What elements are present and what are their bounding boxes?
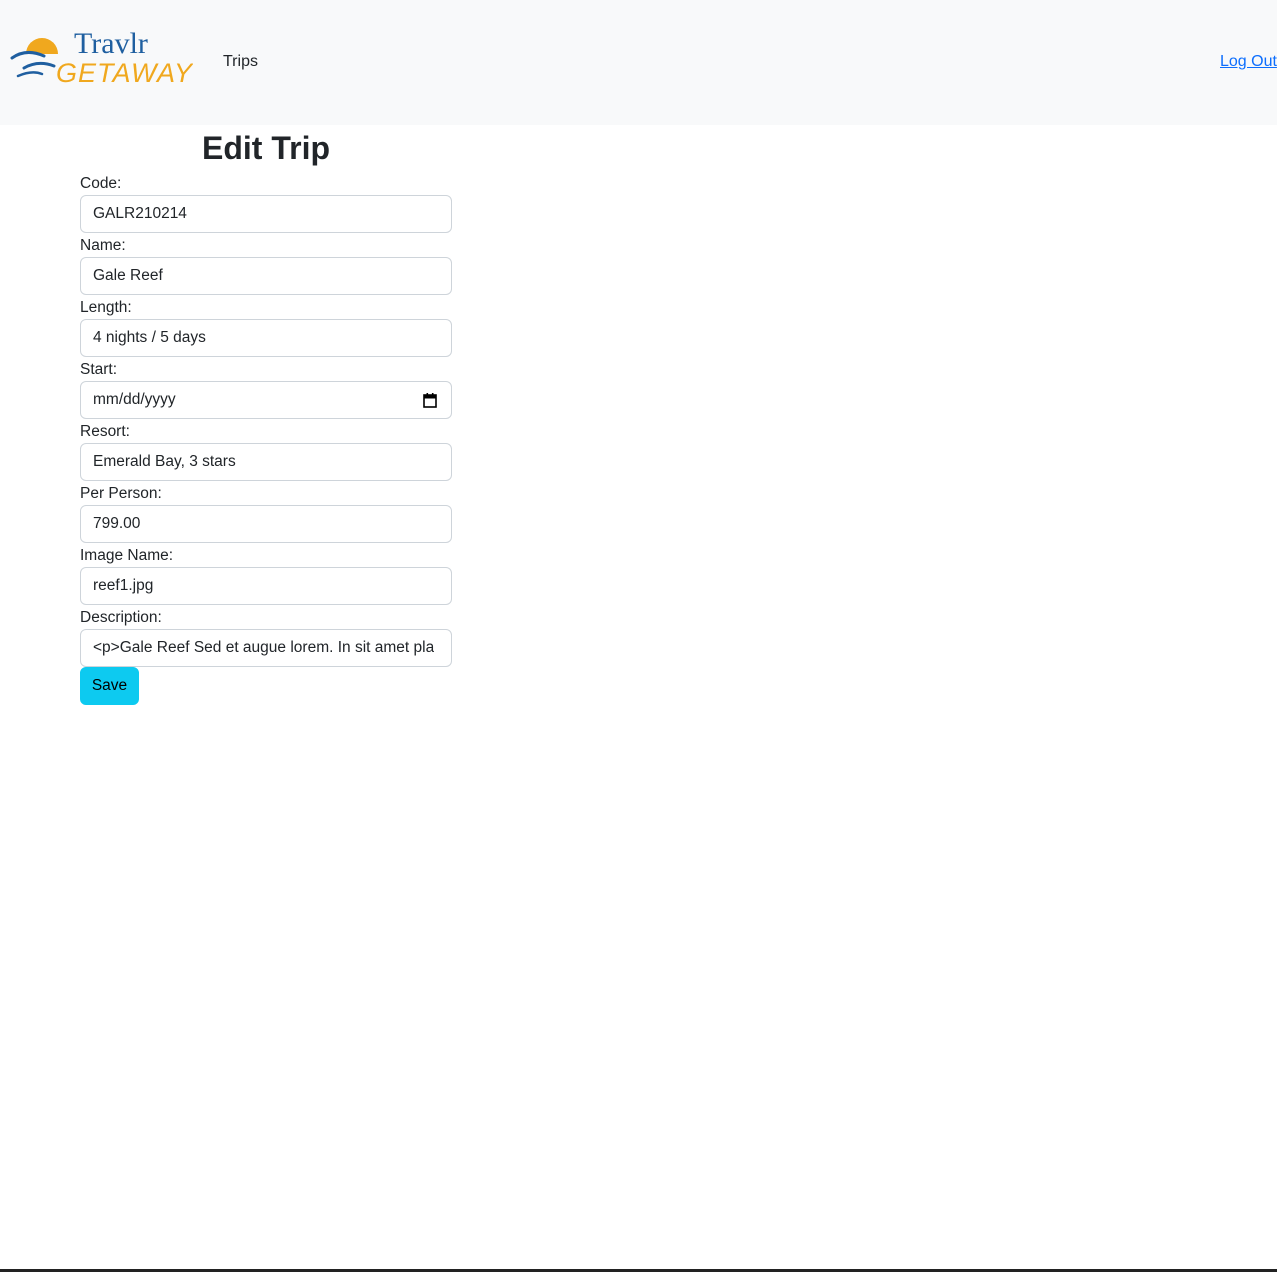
page-title: Edit Trip [202,130,330,166]
image-name-label: Image Name: [80,547,174,564]
per-person-label: Per Person: [80,485,162,502]
logout-link[interactable]: Log Out [1220,53,1277,71]
name-label: Name: [80,237,126,254]
brand-name-top: Travlr [74,27,148,60]
navbar: Travlr GETAWAYS Trips Log Out [0,0,1277,125]
description-value: <p>Gale Reef Sed et augue lorem. In sit … [93,639,435,656]
description-label: Description: [80,609,162,626]
image-name-input[interactable]: reef1.jpg [80,567,452,605]
edit-trip-form: Edit Trip Code: GALR210214 Name: Gale Re… [80,125,452,705]
image-name-value: reef1.jpg [93,577,154,594]
save-button[interactable]: Save [80,667,139,705]
length-label: Length: [80,299,132,316]
length-value: 4 nights / 5 days [93,329,206,346]
name-value: Gale Reef [93,267,163,284]
name-input[interactable]: Gale Reef [80,257,452,295]
nav-trips-link[interactable]: Trips [223,53,258,71]
resort-input[interactable]: Emerald Bay, 3 stars [80,443,452,481]
start-label: Start: [80,361,118,378]
resort-value: Emerald Bay, 3 stars [93,453,236,470]
description-input[interactable]: <p>Gale Reef Sed et augue lorem. In sit … [80,629,452,667]
length-input[interactable]: 4 nights / 5 days [80,319,452,357]
brand-logo[interactable]: Travlr GETAWAYS [8,26,193,92]
per-person-input[interactable]: 799.00 [80,505,452,543]
calendar-icon[interactable] [423,393,437,408]
start-date-input[interactable]: mm/dd/yyyy [80,381,452,419]
brand-name-bottom: GETAWAYS [56,58,193,88]
start-value: mm/dd/yyyy [93,391,176,408]
resort-label: Resort: [80,423,130,440]
per-person-value: 799.00 [93,515,141,532]
code-input[interactable]: GALR210214 [80,195,452,233]
code-value: GALR210214 [93,205,187,222]
code-label: Code: [80,175,122,192]
